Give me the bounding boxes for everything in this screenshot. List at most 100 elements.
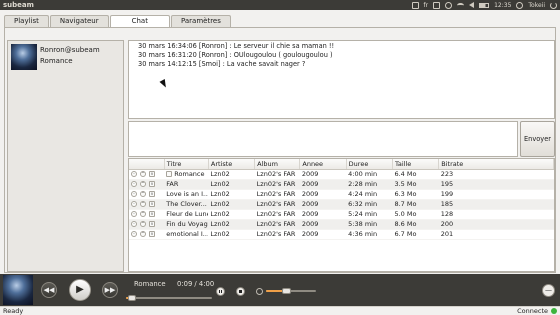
up-icon[interactable]: ^ xyxy=(140,191,146,197)
up-icon[interactable]: ^ xyxy=(140,181,146,187)
column-header-size[interactable]: Taille xyxy=(392,159,440,170)
table-row[interactable]: - ^ v Fleur de Lune Lzn02 Lzn02's FAR 2009… xyxy=(129,209,554,220)
cell-album: Lzn02's FAR xyxy=(254,209,300,220)
remove-icon[interactable]: - xyxy=(131,191,137,197)
cell-year: 2009 xyxy=(299,229,347,240)
down-icon[interactable]: v xyxy=(149,231,155,237)
expand-button[interactable]: — xyxy=(542,284,555,297)
cell-title: Romance xyxy=(164,169,209,180)
remove-icon[interactable]: - xyxy=(131,171,137,177)
user-icon[interactable] xyxy=(516,1,524,9)
previous-button[interactable]: ◀◀ xyxy=(41,282,57,298)
battery-icon[interactable] xyxy=(479,2,490,8)
username-indicator[interactable]: Tokeii xyxy=(528,2,545,9)
clock[interactable]: 12:35 xyxy=(494,2,511,9)
table-row[interactable]: - ^ v Romance Lzn02 Lzn02's FAR 2009 4:00 … xyxy=(129,169,554,180)
bluetooth-icon[interactable] xyxy=(445,1,453,9)
playing-indicator-icon xyxy=(166,171,173,177)
column-header-controls xyxy=(129,159,165,170)
stop-icon xyxy=(239,290,242,293)
pause-button[interactable] xyxy=(216,287,225,296)
table-row[interactable]: - ^ v FAR Lzn02 Lzn02's FAR 2009 2:28 min … xyxy=(129,179,554,190)
speaker-icon[interactable] xyxy=(256,288,263,295)
tab-navigateur[interactable]: Navigateur xyxy=(49,15,109,27)
play-button[interactable]: ▶ xyxy=(69,279,91,301)
cell-year: 2009 xyxy=(299,179,347,190)
user-name: Ronron@subeam xyxy=(40,46,100,54)
cell-album: Lzn02's FAR xyxy=(254,229,300,240)
down-icon[interactable]: v xyxy=(149,171,155,177)
stop-button[interactable] xyxy=(236,287,245,296)
cell-duration: 5:24 min xyxy=(346,209,393,220)
down-icon[interactable]: v xyxy=(149,201,155,207)
tab-parametres[interactable]: Paramètres xyxy=(170,15,231,27)
column-header-year[interactable]: Annee xyxy=(299,159,347,170)
column-header-title[interactable]: Titre xyxy=(164,159,209,170)
seek-slider[interactable] xyxy=(126,295,212,301)
cell-title: Fleur de Lune xyxy=(164,209,209,220)
cell-title: Love is an I... xyxy=(164,189,209,200)
down-icon[interactable]: v xyxy=(149,191,155,197)
volume-slider[interactable] xyxy=(266,288,316,294)
cell-album: Lzn02's FAR xyxy=(254,169,300,180)
cell-size: 8.6 Mo xyxy=(392,219,439,230)
avatar xyxy=(11,44,37,70)
status-bar: Ready Connecte xyxy=(0,306,560,315)
up-icon[interactable]: ^ xyxy=(140,211,146,217)
cell-artist: Lzn02 xyxy=(208,179,255,190)
table-row[interactable]: - ^ v The Clover... Lzn02 Lzn02's FAR 2009… xyxy=(129,199,554,210)
up-icon[interactable]: ^ xyxy=(140,221,146,227)
power-icon[interactable] xyxy=(550,1,557,9)
column-header-album[interactable]: Album xyxy=(254,159,301,170)
column-header-bitrate[interactable]: Bitrate xyxy=(438,159,554,170)
cell-size: 6.7 Mo xyxy=(392,229,439,240)
now-playing-title: Romance xyxy=(134,280,166,288)
down-icon[interactable]: v xyxy=(149,211,155,217)
column-header-artist[interactable]: Artiste xyxy=(208,159,256,170)
up-icon[interactable]: ^ xyxy=(140,201,146,207)
up-icon[interactable]: ^ xyxy=(140,171,146,177)
remove-icon[interactable]: - xyxy=(131,201,137,207)
cell-year: 2009 xyxy=(299,209,347,220)
up-icon[interactable]: ^ xyxy=(140,231,146,237)
user-panel[interactable]: Ronron@subeam Romance xyxy=(7,40,124,272)
seek-handle[interactable] xyxy=(128,295,137,301)
album-cover xyxy=(3,275,33,305)
column-header-duration[interactable]: Duree xyxy=(346,159,393,170)
cell-duration: 4:24 min xyxy=(346,189,393,200)
message-input[interactable] xyxy=(128,121,518,157)
chat-message: 30 mars 14:12:15 [Smoi] : La vache savai… xyxy=(138,60,306,68)
wifi-icon[interactable] xyxy=(457,2,465,8)
keyboard-icon[interactable] xyxy=(411,1,419,9)
down-icon[interactable]: v xyxy=(149,181,155,187)
cell-artist: Lzn02 xyxy=(208,229,255,240)
cell-duration: 6:32 min xyxy=(346,199,393,210)
play-icon: ▶ xyxy=(76,284,84,295)
cell-title: Fin du Voyage xyxy=(164,219,209,230)
next-button[interactable]: ▶▶ xyxy=(102,282,118,298)
table-row[interactable]: - ^ v Fin du Voyage Lzn02 Lzn02's FAR 2009… xyxy=(129,219,554,230)
chat-log[interactable]: 30 mars 16:34:06 [Ronron] : Le serveur i… xyxy=(128,40,555,119)
remove-icon[interactable]: - xyxy=(131,231,137,237)
volume-icon[interactable] xyxy=(469,2,475,8)
down-icon[interactable]: v xyxy=(149,221,155,227)
mail-icon[interactable] xyxy=(433,1,441,9)
cell-bitrate: 200 xyxy=(438,219,554,230)
volume-handle[interactable] xyxy=(282,288,291,294)
tab-playlist[interactable]: Playlist xyxy=(4,15,49,27)
system-tray: fr 12:35 Tokeii xyxy=(411,1,557,9)
table-row[interactable]: - ^ v emotional I... Lzn02 Lzn02's FAR 200… xyxy=(129,229,554,240)
table-header-row: Titre Artiste Album Annee Duree Taille B… xyxy=(129,159,554,170)
cell-year: 2009 xyxy=(299,199,347,210)
send-button[interactable]: Envoyer xyxy=(520,121,555,157)
user-current-track: Romance xyxy=(40,57,73,65)
table-row[interactable]: - ^ v Love is an I... Lzn02 Lzn02's FAR 20… xyxy=(129,189,554,200)
remove-icon[interactable]: - xyxy=(131,211,137,217)
language-indicator[interactable]: fr xyxy=(424,2,429,9)
cell-year: 2009 xyxy=(299,189,347,200)
remove-icon[interactable]: - xyxy=(131,221,137,227)
connection-indicator-icon xyxy=(551,308,557,314)
playlist-table[interactable]: Titre Artiste Album Annee Duree Taille B… xyxy=(128,158,555,272)
remove-icon[interactable]: - xyxy=(131,181,137,187)
app-title: subeam xyxy=(3,1,34,9)
